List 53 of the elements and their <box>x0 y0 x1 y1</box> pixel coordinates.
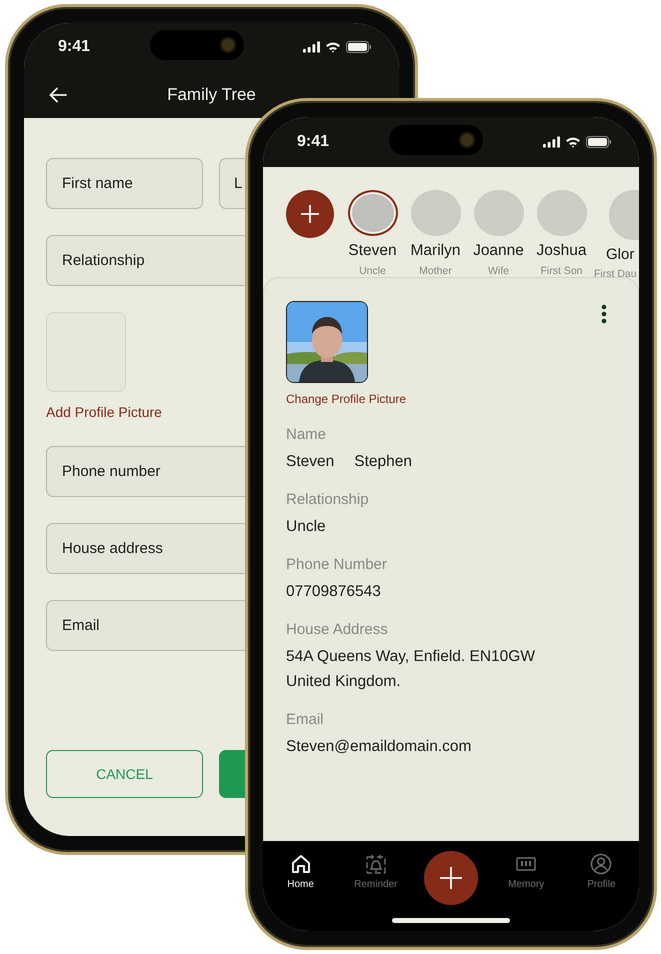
input-field[interactable]: Phone number <box>46 446 245 497</box>
nav-tab[interactable]: Profile <box>585 849 618 894</box>
back-arrow-icon[interactable] <box>49 86 67 104</box>
home-icon <box>290 853 312 875</box>
member-relation: Uncle <box>359 265 386 277</box>
field-label: House Address <box>286 621 388 638</box>
nav-tab[interactable]: Home <box>285 849 316 894</box>
field-value: 54A Queens Way, Enfield. EN10GW <box>286 648 535 666</box>
field-label: Phone Number <box>286 556 387 573</box>
input-field[interactable]: First name <box>46 158 203 209</box>
field-label: Name <box>286 426 326 443</box>
save-button[interactable] <box>219 750 245 798</box>
member-name: Glor <box>606 246 634 263</box>
field-value: United Kingdom. <box>286 673 402 691</box>
wifi-icon <box>325 41 341 53</box>
screen-title: Family Tree <box>167 84 256 104</box>
avatar[interactable] <box>348 190 398 236</box>
field-value: Uncle <box>286 518 326 536</box>
status-time: 9:41 <box>58 38 90 56</box>
plus-icon <box>300 204 320 224</box>
field-value: Steven@emaildomain.com <box>286 738 472 756</box>
field-label: Relationship <box>286 491 369 508</box>
battery-icon <box>346 41 371 53</box>
battery-icon <box>586 136 611 148</box>
signal-icon <box>543 136 560 148</box>
member-name: Steven <box>348 242 397 260</box>
input-field[interactable]: Email <box>46 600 245 651</box>
input-field[interactable]: L <box>219 158 245 209</box>
signal-icon <box>303 41 320 53</box>
field-value: Steven <box>286 453 334 471</box>
field-label: Email <box>286 711 324 728</box>
member-name: Joanne <box>473 242 524 260</box>
member-relation: Wife <box>488 265 509 277</box>
person-icon <box>590 853 612 875</box>
member-name: Joshua <box>536 242 586 260</box>
input-field[interactable]: Relationship <box>46 235 245 286</box>
change-picture-link[interactable]: Change Profile Picture <box>286 392 406 406</box>
status-time: 9:41 <box>297 133 330 151</box>
member-relation: First Son <box>540 265 582 277</box>
plus-icon <box>438 866 463 890</box>
more-options-icon[interactable] <box>601 304 607 324</box>
calendar-bell-icon <box>364 853 387 875</box>
member-relation: First Dau <box>594 268 637 280</box>
wifi-icon <box>565 136 581 148</box>
field-value: Stephen <box>354 453 412 471</box>
input-field[interactable]: House address <box>46 523 245 574</box>
member-relation: Mother <box>419 265 452 277</box>
add-member-button[interactable] <box>286 190 334 238</box>
nav-tab[interactable]: Memory <box>506 849 546 894</box>
add-picture-link[interactable]: Add Profile Picture <box>46 404 162 420</box>
field-value: 07709876543 <box>286 583 381 601</box>
member-name: Marilyn <box>410 242 460 260</box>
nav-tab[interactable]: Reminder <box>352 849 400 894</box>
